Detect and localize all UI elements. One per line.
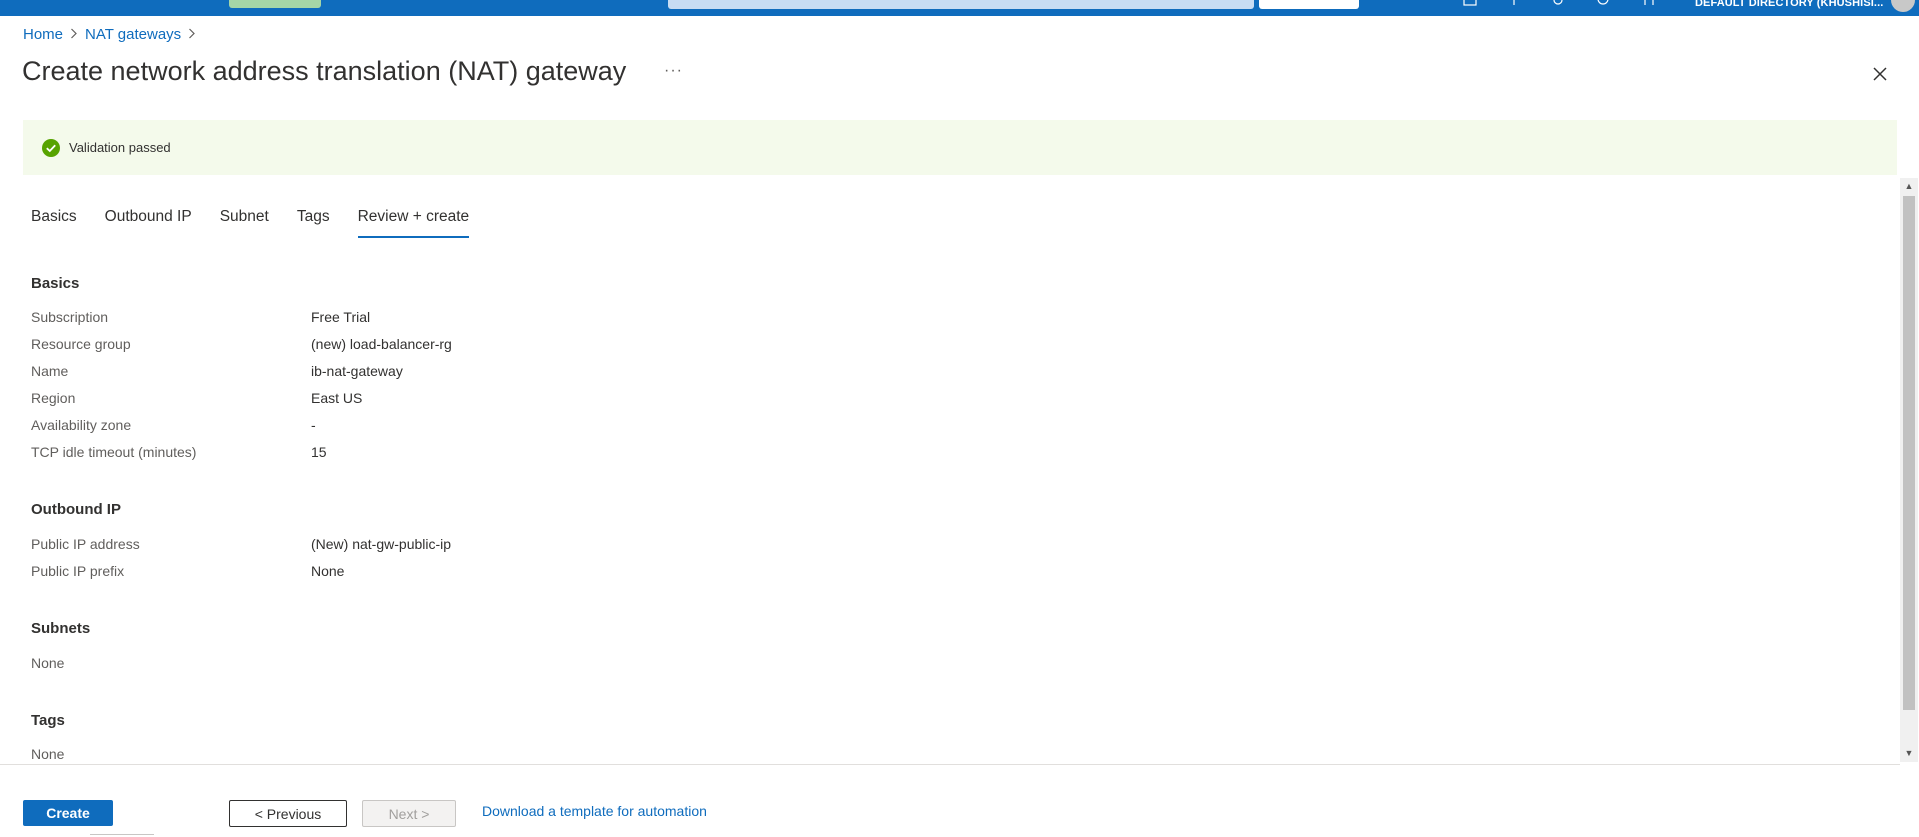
public-ip-address-value: (New) nat-gw-public-ip — [311, 536, 452, 552]
scrollbar-thumb[interactable] — [1903, 196, 1915, 710]
resource-group-label: Resource group — [31, 336, 131, 352]
copilot-button[interactable] — [1259, 0, 1359, 9]
region-label: Region — [31, 390, 76, 406]
previous-button[interactable]: < Previous — [229, 800, 347, 827]
tab-basics[interactable]: Basics — [31, 208, 77, 238]
tab-tags[interactable]: Tags — [297, 208, 330, 238]
tcp-idle-timeout-label: TCP idle timeout (minutes) — [31, 444, 197, 460]
subscription-label: Subscription — [31, 309, 109, 325]
breadcrumb-home-link[interactable]: Home — [23, 26, 63, 43]
global-search-input[interactable] — [668, 0, 1254, 9]
subscription-value: Free Trial — [311, 309, 371, 325]
availability-zone-label: Availability zone — [31, 417, 132, 433]
public-ip-prefix-value: None — [311, 563, 345, 579]
public-ip-prefix-label: Public IP prefix — [31, 563, 125, 579]
page-title: Create network address translation (NAT)… — [22, 56, 627, 86]
feedback-icon[interactable] — [1642, 0, 1656, 6]
avatar[interactable] — [1891, 0, 1915, 12]
tcp-idle-timeout-value: 15 — [311, 444, 327, 460]
footer-divider — [0, 764, 1900, 765]
tab-subnet[interactable]: Subnet — [220, 208, 269, 238]
wizard-tabs: Basics Outbound IP Subnet Tags Review + … — [31, 208, 497, 238]
content-scrollbar[interactable]: ▲ ▼ — [1900, 178, 1918, 762]
chevron-right-icon — [63, 27, 85, 42]
tab-outbound-ip[interactable]: Outbound IP — [105, 208, 192, 238]
public-ip-address-label: Public IP address — [31, 536, 140, 552]
download-template-link[interactable]: Download a template for automation — [482, 803, 707, 819]
breadcrumb: Home NAT gateways — [23, 26, 203, 43]
name-value: ib-nat-gateway — [311, 363, 403, 379]
more-options-icon[interactable]: ··· — [664, 62, 684, 82]
directory-label[interactable]: DEFAULT DIRECTORY (KHUSHISI... — [1695, 0, 1883, 9]
section-heading-basics: Basics — [31, 275, 80, 292]
tags-value: None — [31, 746, 65, 762]
breadcrumb-nat-gateways-link[interactable]: NAT gateways — [85, 26, 181, 43]
upgrade-badge[interactable] — [229, 0, 321, 8]
next-button: Next > — [362, 800, 456, 827]
validation-banner: Validation passed — [23, 120, 1897, 175]
region-value: East US — [311, 390, 363, 406]
availability-zone-value: - — [311, 417, 316, 433]
help-icon[interactable] — [1596, 0, 1610, 6]
resource-group-value: (new) load-balancer-rg — [311, 336, 452, 352]
close-icon[interactable] — [1870, 64, 1890, 84]
success-check-icon — [42, 138, 60, 157]
cloud-shell-icon[interactable] — [1463, 0, 1477, 6]
name-label: Name — [31, 363, 69, 379]
scroll-up-arrow-icon[interactable]: ▲ — [1904, 181, 1914, 191]
create-button[interactable]: Create — [23, 800, 113, 826]
notifications-icon[interactable] — [1507, 0, 1521, 6]
settings-icon[interactable] — [1551, 0, 1565, 6]
tab-review-create[interactable]: Review + create — [357, 208, 470, 238]
validation-message: Validation passed — [69, 140, 171, 155]
section-heading-subnets: Subnets — [31, 620, 91, 637]
top-navigation-bar: DEFAULT DIRECTORY (KHUSHISI... — [0, 0, 1919, 16]
section-heading-tags: Tags — [31, 712, 65, 729]
section-heading-outbound-ip: Outbound IP — [31, 501, 121, 518]
scroll-down-arrow-icon[interactable]: ▼ — [1904, 748, 1914, 758]
chevron-right-icon — [181, 27, 203, 42]
subnets-value: None — [31, 655, 65, 671]
